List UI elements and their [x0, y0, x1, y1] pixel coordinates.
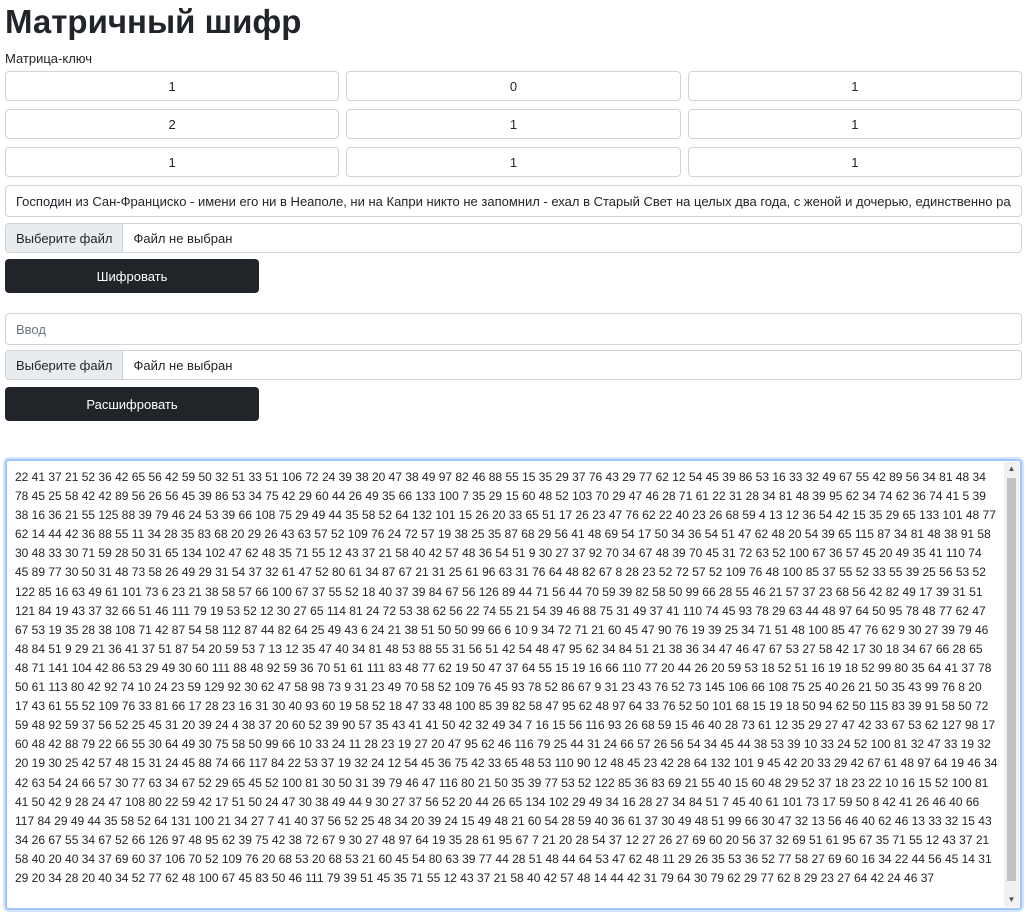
matrix-cell[interactable] [687, 109, 1022, 139]
matrix-row [5, 71, 1022, 101]
matrix-row [5, 147, 1022, 177]
encrypt-button[interactable]: Шифровать [5, 259, 259, 293]
encrypt-file-picker[interactable]: Выберите файл Файл не выбран [5, 223, 1022, 253]
encrypt-text-input[interactable] [5, 185, 1022, 217]
encrypt-file-status: Файл не выбран [133, 230, 233, 246]
scroll-down-icon[interactable]: ▼ [1004, 893, 1019, 907]
decrypt-button[interactable]: Расшифровать [5, 387, 259, 421]
matrix-cell[interactable] [5, 109, 340, 139]
output-textarea[interactable]: 22 41 37 21 52 36 42 65 56 42 59 50 32 5… [5, 459, 1022, 910]
matrix-row [5, 109, 1022, 139]
output-scrollbar[interactable]: ▲ ▼ [1004, 462, 1019, 907]
encrypt-choose-file-button[interactable]: Выберите файл [6, 224, 124, 252]
matrix-key-grid [5, 71, 1022, 185]
matrix-cell[interactable] [687, 71, 1022, 101]
decrypt-text-input[interactable] [5, 313, 1022, 345]
decrypt-choose-file-button[interactable]: Выберите файл [6, 351, 124, 379]
page-title: Матричный шифр [5, 3, 302, 40]
matrix-cell[interactable] [346, 71, 681, 101]
decrypt-file-picker[interactable]: Выберите файл Файл не выбран [5, 350, 1022, 380]
scroll-up-icon[interactable]: ▲ [1004, 462, 1019, 476]
output-text: 22 41 37 21 52 36 42 65 56 42 59 50 32 5… [15, 470, 998, 885]
matrix-cell[interactable] [687, 147, 1022, 177]
matrix-cell[interactable] [5, 147, 340, 177]
decrypt-file-status: Файл не выбран [133, 357, 233, 373]
matrix-cell[interactable] [5, 71, 340, 101]
matrix-cell[interactable] [346, 109, 681, 139]
matrix-key-label: Матрица-ключ [5, 51, 93, 66]
scrollbar-thumb[interactable] [1007, 478, 1016, 881]
matrix-cell[interactable] [346, 147, 681, 177]
